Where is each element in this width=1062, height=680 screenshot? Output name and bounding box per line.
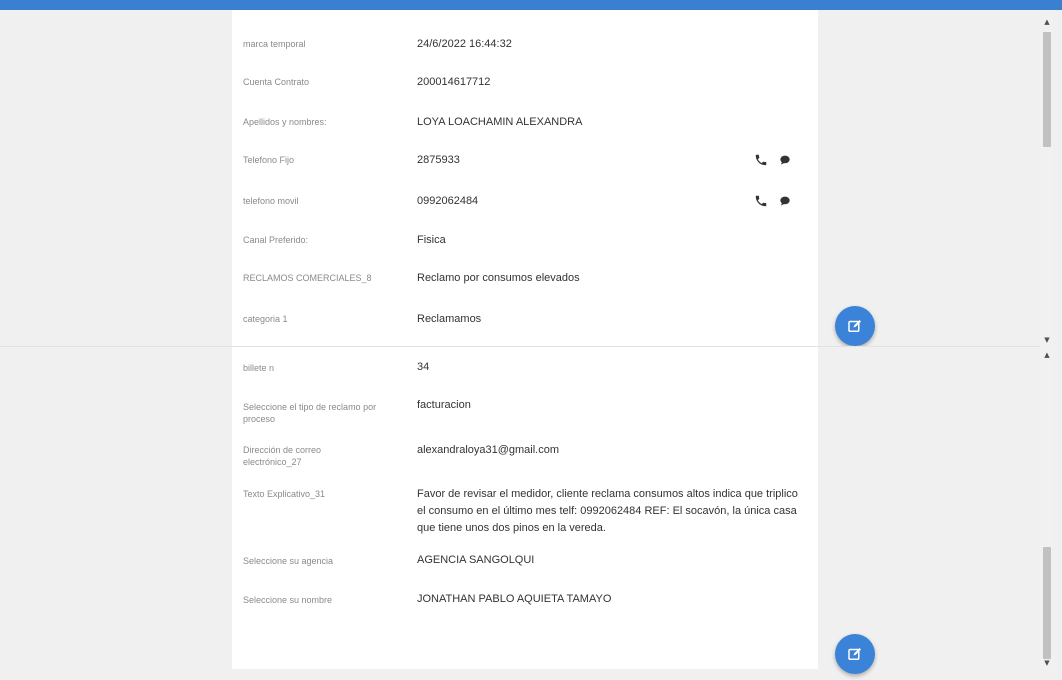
field-label: marca temporal bbox=[243, 39, 306, 49]
field-value: 200014617712 bbox=[417, 76, 491, 88]
field-label: Cuenta Contrato bbox=[243, 77, 310, 87]
field-value: 34 bbox=[417, 361, 430, 373]
field-label: telefono movil bbox=[243, 196, 299, 206]
field-label: Seleccione su nombre bbox=[243, 595, 333, 605]
field-value: Favor de revisar el medidor, cliente rec… bbox=[417, 488, 798, 534]
scroll-up-arrow-icon[interactable]: ▲ bbox=[1043, 18, 1051, 26]
edit-icon bbox=[848, 320, 861, 332]
upper-record-card: marca temporal 24/6/2022 16:44:32 Cuenta… bbox=[232, 10, 818, 346]
phone-icon[interactable] bbox=[754, 153, 768, 167]
phone-icon[interactable] bbox=[754, 194, 768, 208]
lower-record-pane: billete n 34 Seleccione el tipo de recla… bbox=[0, 347, 1040, 674]
field-value: Reclamamos bbox=[417, 313, 482, 325]
field-value: facturacion bbox=[417, 399, 471, 411]
scroll-down-arrow-icon[interactable]: ▼ bbox=[1043, 659, 1051, 667]
scrollbar-thumb[interactable] bbox=[1043, 547, 1051, 659]
field-value: 2875933 bbox=[417, 154, 460, 166]
field-value: 24/6/2022 16:44:32 bbox=[417, 38, 512, 50]
field-label: billete n bbox=[243, 363, 275, 373]
field-value: Fisica bbox=[417, 234, 446, 246]
field-value: alexandraloya31@gmail.com bbox=[417, 444, 560, 456]
field-value: LOYA LOACHAMIN ALEXANDRA bbox=[417, 116, 583, 128]
field-label: categoria 1 bbox=[243, 314, 288, 324]
phone-actions bbox=[754, 193, 804, 209]
upper-scrollbar[interactable]: ▲ ▼ bbox=[1040, 10, 1054, 346]
lower-record-card: billete n 34 Seleccione el tipo de recla… bbox=[232, 347, 818, 669]
upper-record-pane: marca temporal 24/6/2022 16:44:32 Cuenta… bbox=[0, 10, 1040, 346]
field-value: AGENCIA SANGOLQUI bbox=[417, 554, 535, 566]
field-label: Dirección de correo electrónico_27 bbox=[243, 445, 322, 467]
field-label: Apellidos y nombres: bbox=[243, 117, 327, 127]
field-label: Texto Explicativo_31 bbox=[243, 489, 326, 499]
message-icon[interactable] bbox=[778, 153, 792, 167]
message-icon[interactable] bbox=[778, 194, 792, 208]
scrollbar-thumb[interactable] bbox=[1043, 32, 1051, 147]
field-label: Seleccione su agencia bbox=[243, 556, 334, 566]
scroll-down-arrow-icon[interactable]: ▼ bbox=[1043, 336, 1051, 344]
field-value: 0992062484 bbox=[417, 195, 479, 207]
edit-button[interactable] bbox=[835, 306, 875, 346]
scroll-up-arrow-icon[interactable]: ▲ bbox=[1043, 351, 1051, 359]
phone-actions bbox=[754, 152, 804, 168]
field-label: Seleccione el tipo de reclamo por proces… bbox=[243, 402, 377, 424]
edit-button[interactable] bbox=[835, 634, 875, 674]
top-accent-bar bbox=[0, 0, 1062, 10]
field-value: Reclamo por consumos elevados bbox=[417, 272, 580, 284]
field-label: Canal Preferido: bbox=[243, 235, 309, 245]
field-label: RECLAMOS COMERCIALES_8 bbox=[243, 273, 372, 283]
edit-icon bbox=[848, 648, 861, 660]
lower-scrollbar[interactable]: ▲ ▼ bbox=[1040, 347, 1054, 669]
field-value: JONATHAN PABLO AQUIETA TAMAYO bbox=[417, 593, 612, 605]
field-label: Telefono Fijo bbox=[243, 155, 295, 165]
